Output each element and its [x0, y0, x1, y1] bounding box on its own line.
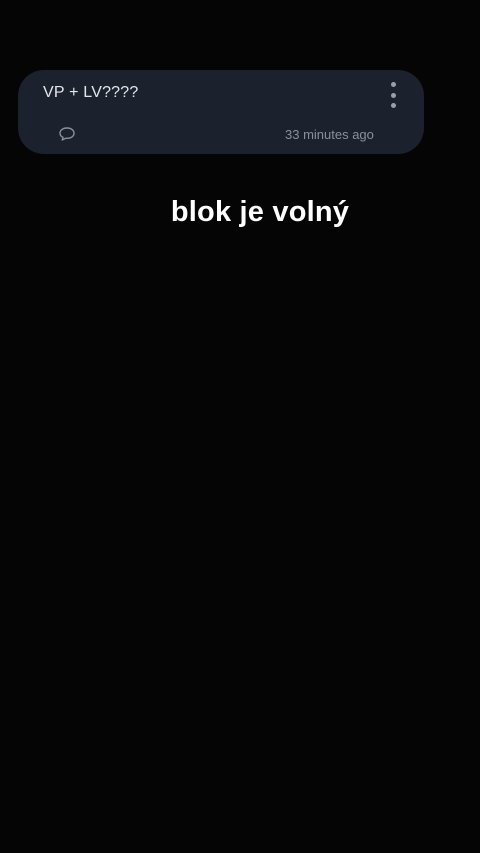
caption-overlay: blok je volný: [170, 196, 350, 228]
post-card[interactable]: VP + LV???? 33 minutes ago: [18, 70, 424, 154]
post-title: VP + LV????: [43, 84, 139, 101]
comment-button[interactable]: [58, 126, 76, 142]
screen: VP + LV???? 33 minutes ago blok je volný: [0, 0, 480, 853]
more-vertical-icon: [390, 82, 396, 87]
comment-bubble-icon: [59, 127, 75, 141]
post-timestamp: 33 minutes ago: [285, 127, 374, 142]
more-options-button[interactable]: [386, 82, 400, 108]
